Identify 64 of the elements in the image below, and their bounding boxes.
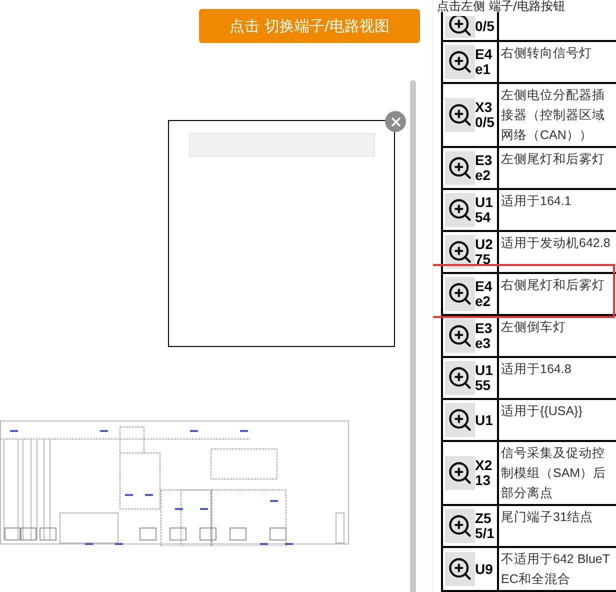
zoom-in-icon (447, 49, 473, 75)
table-row[interactable]: E3 e2 左侧尾灯和后雾灯 (443, 148, 616, 190)
zoom-in-button[interactable] (445, 277, 475, 311)
table-row[interactable]: E4 e2 右侧尾灯和后雾灯 (443, 274, 616, 316)
terminal-code: E4 e1 (475, 45, 492, 79)
zoom-in-icon (447, 281, 473, 307)
terminal-code: U1 54 (475, 193, 493, 227)
table-row[interactable]: E4 e1 右侧转向信号灯 (443, 42, 616, 84)
zoom-in-button[interactable] (445, 16, 475, 38)
description-text: 适用于164.8 (500, 361, 572, 378)
table-row[interactable]: U1 55 适用于164.8 (443, 358, 616, 400)
terminal-code: E3 e3 (475, 319, 492, 353)
zoom-in-button[interactable] (445, 509, 475, 543)
table-row[interactable]: Z5 5/1 尾门端子31结点 (443, 506, 616, 548)
zoom-in-icon (447, 197, 473, 223)
close-button[interactable] (385, 111, 406, 132)
zoom-in-icon (447, 323, 473, 349)
terminal-code: U1 (475, 410, 493, 430)
description-text: 右侧尾灯和后雾灯 (500, 277, 606, 294)
terminal-code: X3 0/5 (475, 98, 494, 132)
zoom-in-icon (447, 155, 473, 181)
zoom-in-icon (447, 102, 473, 128)
zoom-in-button[interactable] (445, 98, 475, 132)
zoom-in-button[interactable] (445, 151, 475, 185)
zoom-in-icon (447, 407, 473, 433)
zoom-in-button[interactable] (445, 403, 475, 437)
description-text: 左侧尾灯和后雾灯 (500, 151, 606, 168)
terminal-code: U2 75 (475, 235, 493, 269)
description-text: 左侧电位分配器插接器（控制器区域网络（CAN）） (500, 87, 606, 144)
description-text: 适用于{{USA}} (500, 403, 584, 420)
terminal-code: X2 13 (475, 456, 492, 490)
zoom-in-icon (447, 16, 473, 38)
zoom-in-button[interactable] (445, 552, 475, 586)
zoom-in-icon (447, 365, 473, 391)
description-text: 信号采集及促动控制模组（SAM）后部分离点 (500, 445, 608, 502)
description-text: 左侧倒车灯 (500, 319, 567, 336)
terminal-code: E4 e2 (475, 277, 492, 311)
table-row[interactable]: 0/5 (443, 12, 616, 42)
zoom-in-button[interactable] (445, 456, 475, 490)
table-row[interactable]: U1 适用于{{USA}} (443, 400, 616, 442)
zoom-in-button[interactable] (445, 193, 475, 227)
zoom-in-icon (447, 513, 473, 539)
close-icon (388, 114, 402, 128)
terminal-code: U1 55 (475, 361, 493, 395)
table-row[interactable]: E3 e3 左侧倒车灯 (443, 316, 616, 358)
terminal-code: 0/5 (475, 16, 494, 36)
terminal-code: Z5 5/1 (475, 509, 494, 543)
description-text: 适用于164.1 (500, 193, 572, 210)
terminal-code: U9 (475, 560, 493, 578)
zoom-in-icon (447, 239, 473, 265)
zoom-in-button[interactable] (445, 45, 475, 79)
zoom-in-button[interactable] (445, 361, 475, 395)
description-text: 不适用于642 BlueTEC和全混合 (500, 551, 611, 588)
panel-caption: 点击左侧 端子/电路按钮 (436, 0, 566, 12)
zoom-in-icon (447, 556, 473, 582)
table-row[interactable]: U2 75 适用于发动机642.8 (443, 232, 616, 274)
table-row[interactable]: U1 54 适用于164.1 (443, 190, 616, 232)
zoom-in-button[interactable] (445, 319, 475, 353)
description-text: 适用于发动机642.8 (500, 235, 612, 252)
description-text: 右侧转向信号灯 (500, 45, 593, 62)
zoom-in-button[interactable] (445, 235, 475, 269)
zoom-in-icon (447, 460, 473, 486)
terminal-code: E3 e2 (475, 151, 492, 185)
description-text: 尾门端子31结点 (500, 509, 594, 526)
